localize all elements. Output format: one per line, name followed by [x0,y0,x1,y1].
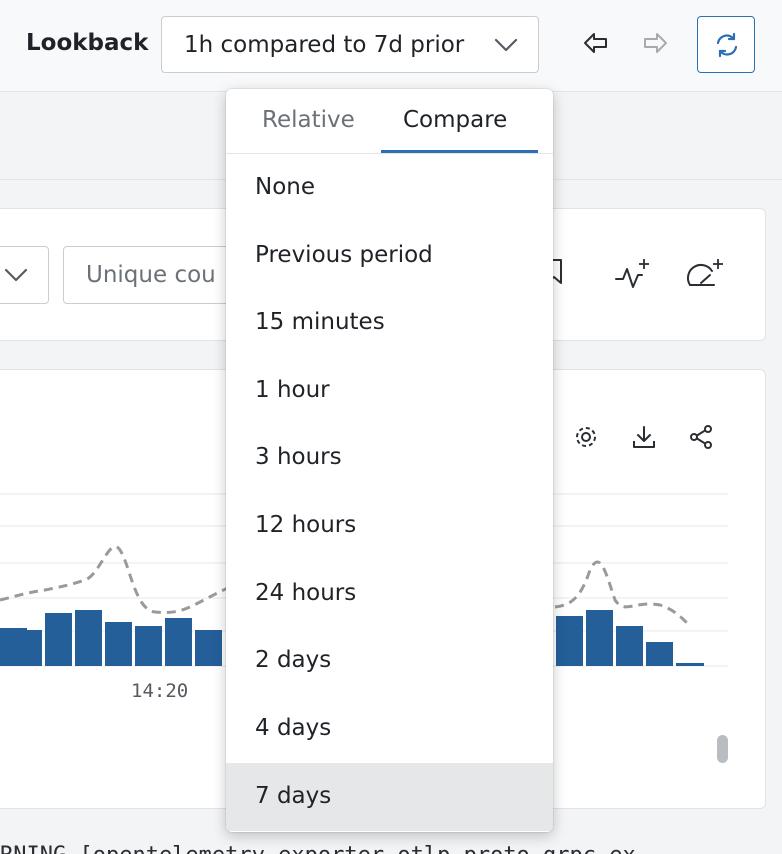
top-toolbar: Lookback 1h compared to 7d prior [0,0,782,92]
histogram-bar [15,630,42,666]
option-4-days[interactable]: 4 days [226,695,553,763]
refresh-icon [716,32,738,58]
option-previous-period[interactable]: Previous period [226,222,553,290]
histogram-bar [646,642,673,666]
back-arrow-icon[interactable] [581,28,611,58]
option-24-hours[interactable]: 24 hours [226,560,553,628]
add-slo-icon[interactable] [686,257,726,291]
share-icon[interactable] [688,424,714,450]
histogram-bar [105,622,132,666]
lookback-value: 1h compared to 7d prior [184,32,465,58]
option-3-hours[interactable]: 3 hours [226,424,553,492]
histogram-bar [586,610,613,666]
histogram-bar [616,626,643,666]
refresh-button[interactable] [697,16,755,73]
option-none[interactable]: None [226,154,553,222]
active-tab-indicator [381,150,538,153]
chevron-down-icon [4,268,28,282]
tab-compare[interactable]: Compare [403,107,507,133]
option-2-days[interactable]: 2 days [226,627,553,695]
lookback-dropdown: Relative Compare None Previous period 15… [226,89,553,832]
option-label: 7 days [255,783,332,809]
option-label: 15 minutes [255,309,385,335]
histogram-bar [45,613,72,666]
option-label: 1 hour [255,377,330,403]
histogram-bar [135,626,162,666]
histogram-bar [676,663,704,666]
option-label: 24 hours [255,580,357,606]
x-axis-tick-label: 14:20 [131,680,189,702]
option-12-hours[interactable]: 12 hours [226,492,553,560]
option-label: 3 hours [255,444,342,470]
lookback-label: Lookback [26,30,149,56]
option-15-minutes[interactable]: 15 minutes [226,289,553,357]
tab-relative[interactable]: Relative [262,107,355,133]
forward-arrow-icon[interactable] [640,28,670,58]
histogram-bar [75,610,102,666]
option-1-hour[interactable]: 1 hour [226,357,553,425]
chevron-down-icon [494,38,518,52]
option-7-days[interactable]: 7 days [226,763,553,831]
visualize-input-placeholder: Unique cou [86,262,216,288]
lookback-select[interactable]: 1h compared to 7d prior [161,16,539,73]
gear-icon[interactable] [573,424,599,450]
option-label: 4 days [255,715,332,741]
histogram-bar [556,616,583,666]
histogram-bar [165,618,192,666]
option-label: None [255,174,316,200]
add-trigger-icon[interactable] [614,257,654,291]
download-icon[interactable] [631,424,657,450]
option-label: Previous period [255,242,433,268]
comparison-line [0,545,236,614]
option-label: 12 hours [255,512,357,538]
visualize-select[interactable] [0,246,49,304]
dropdown-tabs: Relative Compare [226,89,553,154]
scrollbar-thumb[interactable] [717,735,728,763]
option-label: 2 days [255,647,332,673]
histogram-bar [195,630,222,666]
log-line: RNING [opentelemetry.exporter.otlp.proto… [0,843,782,854]
